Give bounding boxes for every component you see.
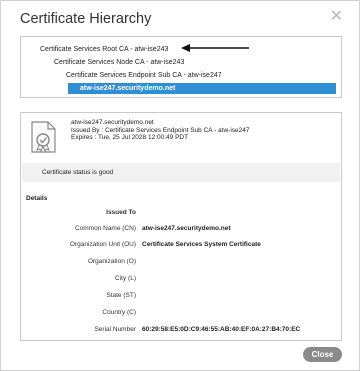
field-label: Serial Number [94, 326, 136, 333]
detail-row-country: Country (C) [21, 308, 341, 318]
certificate-status: Certificate status is good [22, 163, 340, 182]
detail-row-state: State (ST) [21, 291, 341, 301]
details-section-label: Details [26, 195, 48, 202]
detail-row-city: City (L) [21, 274, 341, 284]
detail-row-common-name: Common Name (CN) atw-ise247.securitydemo… [21, 224, 341, 234]
tree-node-root-ca[interactable]: Certificate Services Root CA - atw-ise24… [40, 45, 168, 55]
close-icon[interactable]: ✕ [330, 9, 343, 25]
tree-node-node-ca[interactable]: Certificate Services Node CA - atw-ise24… [54, 58, 184, 68]
field-label: Organization Unit (OU) [69, 241, 136, 248]
field-label: Country (C) [102, 309, 136, 316]
certificate-summary: atw-ise247.securitydemo.net Issued By : … [71, 119, 249, 142]
field-label: City (L) [115, 275, 136, 282]
cert-expires: Expires : Tue, 25 Jul 2028 12:00:49 PDT [71, 134, 189, 142]
field-label: Organization (O) [87, 258, 136, 265]
detail-row-organization: Organization (O) [21, 257, 341, 267]
certificate-hierarchy-dialog: Certificate Hierarchy ✕ Certificate Serv… [0, 0, 360, 371]
field-value: Certificate Services System Certificate [142, 241, 261, 248]
tree-node-selected-cert[interactable]: atw-ise247.securitydemo.net [68, 83, 336, 94]
hierarchy-tree: Certificate Services Root CA - atw-ise24… [20, 36, 342, 98]
detail-row-serial-number: Serial Number 60:29:58:E5:0D:C9:46:55:AB… [21, 325, 341, 335]
field-value: atw-ise247.securitydemo.net [142, 225, 231, 232]
field-label: Common Name (CN) [74, 225, 136, 232]
dialog-title: Certificate Hierarchy [20, 11, 152, 27]
certificate-detail-panel: atw-ise247.securitydemo.net Issued By : … [20, 112, 342, 341]
detail-row-organization-unit: Organization Unit (OU) Certificate Servi… [21, 240, 341, 250]
tree-node-endpoint-sub-ca[interactable]: Certificate Services Endpoint Sub CA - a… [66, 71, 222, 81]
field-value: 60:29:58:E5:0D:C9:46:55:AB:40:EF:0A:27:B… [142, 326, 301, 333]
field-label: State (ST) [106, 292, 136, 299]
cert-issued-by: Issued By : Certificate Services Endpoin… [71, 126, 250, 134]
issued-to-label: Issued To [106, 209, 136, 216]
cert-subject: atw-ise247.securitydemo.net [71, 119, 154, 126]
issued-to-row: Issued To [21, 208, 341, 218]
arrow-left-icon [181, 44, 249, 52]
close-button[interactable]: Close [303, 347, 342, 362]
certificate-icon [31, 121, 56, 153]
